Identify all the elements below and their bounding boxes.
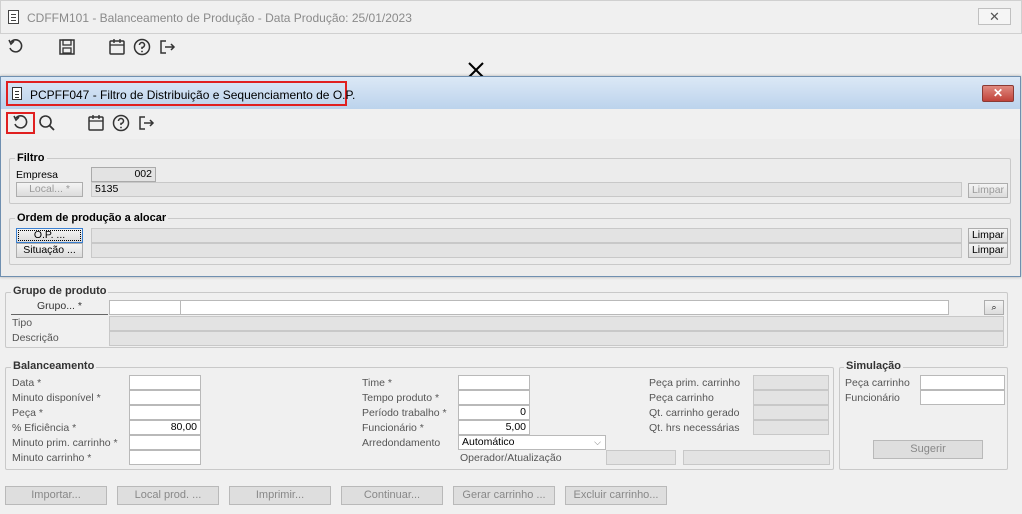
main-toolbar bbox=[0, 34, 1022, 62]
qt-carrinho-gerado-label: Qt. carrinho gerado bbox=[649, 407, 740, 419]
grupo-produto-title: Grupo de produto bbox=[11, 285, 109, 297]
simulacao-title: Simulação bbox=[844, 360, 904, 372]
operador-label: Operador/Atualização bbox=[460, 452, 562, 464]
dialog-document-icon bbox=[12, 87, 22, 100]
sim-peca-carrinho-label: Peça carrinho bbox=[845, 377, 910, 389]
periodo-trabalho-field[interactable]: 0 bbox=[458, 405, 530, 420]
eficiencia-field[interactable]: 80,00 bbox=[129, 420, 201, 435]
time-field[interactable] bbox=[458, 375, 530, 390]
eficiencia-label: % Eficiência * bbox=[12, 422, 77, 434]
peca-prim-carrinho-field bbox=[753, 375, 829, 390]
main-window-title: CDFFM101 - Balanceamento de Produção - D… bbox=[27, 11, 412, 25]
data-label: Data * bbox=[12, 377, 42, 389]
funcionario-label: Funcionário * bbox=[362, 422, 424, 434]
minuto-carrinho-label: Minuto carrinho * bbox=[12, 452, 92, 464]
sim-peca-carrinho-field[interactable] bbox=[920, 375, 1005, 390]
qt-hrs-necessarias-label: Qt. hrs necessárias bbox=[649, 422, 740, 434]
tipo-label: Tipo bbox=[12, 317, 33, 329]
qt-hrs-necessarias-field bbox=[753, 420, 829, 435]
descricao-field bbox=[109, 331, 1004, 346]
peca-carrinho-field bbox=[753, 390, 829, 405]
grupo-field[interactable] bbox=[109, 300, 181, 315]
minuto-prim-carrinho-field[interactable] bbox=[129, 435, 201, 450]
dialog-body: Filtro Empresa 002 Local... * 5135 Limpa… bbox=[1, 139, 1020, 276]
save-icon[interactable] bbox=[57, 37, 77, 57]
local-prod-button[interactable]: Local prod. ... bbox=[117, 486, 219, 505]
descricao-label: Descrição bbox=[12, 332, 59, 344]
op-field bbox=[91, 228, 962, 243]
help-icon[interactable] bbox=[132, 37, 152, 57]
document-icon bbox=[8, 10, 19, 24]
dialog-close-button[interactable]: ✕ bbox=[982, 85, 1014, 102]
operador-field bbox=[606, 450, 676, 465]
grupo-search-button[interactable]: ⌕ bbox=[984, 300, 1004, 315]
calendar-icon[interactable] bbox=[86, 113, 106, 133]
peca-prim-carrinho-label: Peça prim. carrinho bbox=[649, 377, 741, 389]
balanceamento-title: Balanceamento bbox=[11, 360, 97, 372]
funcionario-field[interactable]: 5,00 bbox=[458, 420, 530, 435]
qt-carrinho-gerado-field bbox=[753, 405, 829, 420]
minuto-carrinho-field[interactable] bbox=[129, 450, 201, 465]
limpar-local-button[interactable]: Limpar bbox=[968, 183, 1008, 198]
local-button[interactable]: Local... * bbox=[16, 182, 83, 197]
imprimir-button[interactable]: Imprimir... bbox=[229, 486, 331, 505]
exit-icon[interactable] bbox=[157, 37, 177, 57]
sugerir-button[interactable]: Sugerir bbox=[873, 440, 983, 459]
continuar-button[interactable]: Continuar... bbox=[341, 486, 443, 505]
periodo-trabalho-label: Período trabalho * bbox=[362, 407, 447, 419]
main-title-bar: CDFFM101 - Balanceamento de Produção - D… bbox=[0, 0, 1022, 34]
refresh-icon[interactable] bbox=[11, 113, 31, 133]
limpar-situacao-button[interactable]: Limpar bbox=[968, 243, 1008, 258]
ordem-title: Ordem de produção a alocar bbox=[15, 212, 169, 224]
situacao-button[interactable]: Situação ... bbox=[16, 243, 83, 258]
dialog-toolbar bbox=[1, 110, 1020, 138]
grupo-button[interactable]: Grupo... * bbox=[11, 300, 108, 315]
op-button[interactable]: O.P. ... bbox=[16, 228, 83, 243]
exit-icon[interactable] bbox=[136, 113, 156, 133]
sim-funcionario-label: Funcionário bbox=[845, 392, 900, 404]
filtro-group bbox=[9, 158, 1011, 204]
peca-label: Peça * bbox=[12, 407, 43, 419]
grupo-description-field bbox=[181, 300, 949, 315]
minuto-prim-carrinho-label: Minuto prim. carrinho * bbox=[12, 437, 118, 449]
situacao-field bbox=[91, 243, 962, 258]
minuto-disponivel-field[interactable] bbox=[129, 390, 201, 405]
tempo-produto-field[interactable] bbox=[458, 390, 530, 405]
refresh-icon[interactable] bbox=[6, 37, 26, 57]
help-icon[interactable] bbox=[111, 113, 131, 133]
filtro-title: Filtro bbox=[15, 152, 47, 164]
peca-carrinho-label: Peça carrinho bbox=[649, 392, 714, 404]
tempo-produto-label: Tempo produto * bbox=[362, 392, 440, 404]
gerar-carrinho-button[interactable]: Gerar carrinho ... bbox=[453, 486, 555, 505]
limpar-op-button[interactable]: Limpar bbox=[968, 228, 1008, 243]
arredondamento-label: Arredondamento bbox=[362, 437, 441, 449]
data-field[interactable] bbox=[129, 375, 201, 390]
excluir-carrinho-button[interactable]: Excluir carrinho... bbox=[565, 486, 667, 505]
dialog-title-bar: PCPFF047 - Filtro de Distribuição e Sequ… bbox=[1, 77, 1020, 109]
peca-field[interactable] bbox=[129, 405, 201, 420]
search-icon[interactable] bbox=[37, 113, 57, 133]
local-field: 5135 bbox=[91, 182, 962, 197]
arredondamento-value: Automático bbox=[462, 436, 515, 448]
time-label: Time * bbox=[362, 377, 392, 389]
tipo-field bbox=[109, 316, 1004, 331]
calendar-icon[interactable] bbox=[107, 37, 127, 57]
dialog-title: PCPFF047 - Filtro de Distribuição e Sequ… bbox=[30, 88, 356, 102]
empresa-field: 002 bbox=[91, 167, 156, 182]
arredondamento-select[interactable]: Automático ⌵ bbox=[458, 435, 606, 450]
main-close-button[interactable]: ✕ bbox=[978, 8, 1011, 25]
atualizacao-field bbox=[683, 450, 830, 465]
sim-funcionario-field[interactable] bbox=[920, 390, 1005, 405]
minuto-disponivel-label: Minuto disponível * bbox=[12, 392, 101, 404]
empresa-label: Empresa bbox=[16, 169, 59, 181]
importar-button[interactable]: Importar... bbox=[5, 486, 107, 505]
chevron-down-icon: ⌵ bbox=[594, 437, 601, 447]
filter-dialog: PCPFF047 - Filtro de Distribuição e Sequ… bbox=[0, 76, 1021, 277]
